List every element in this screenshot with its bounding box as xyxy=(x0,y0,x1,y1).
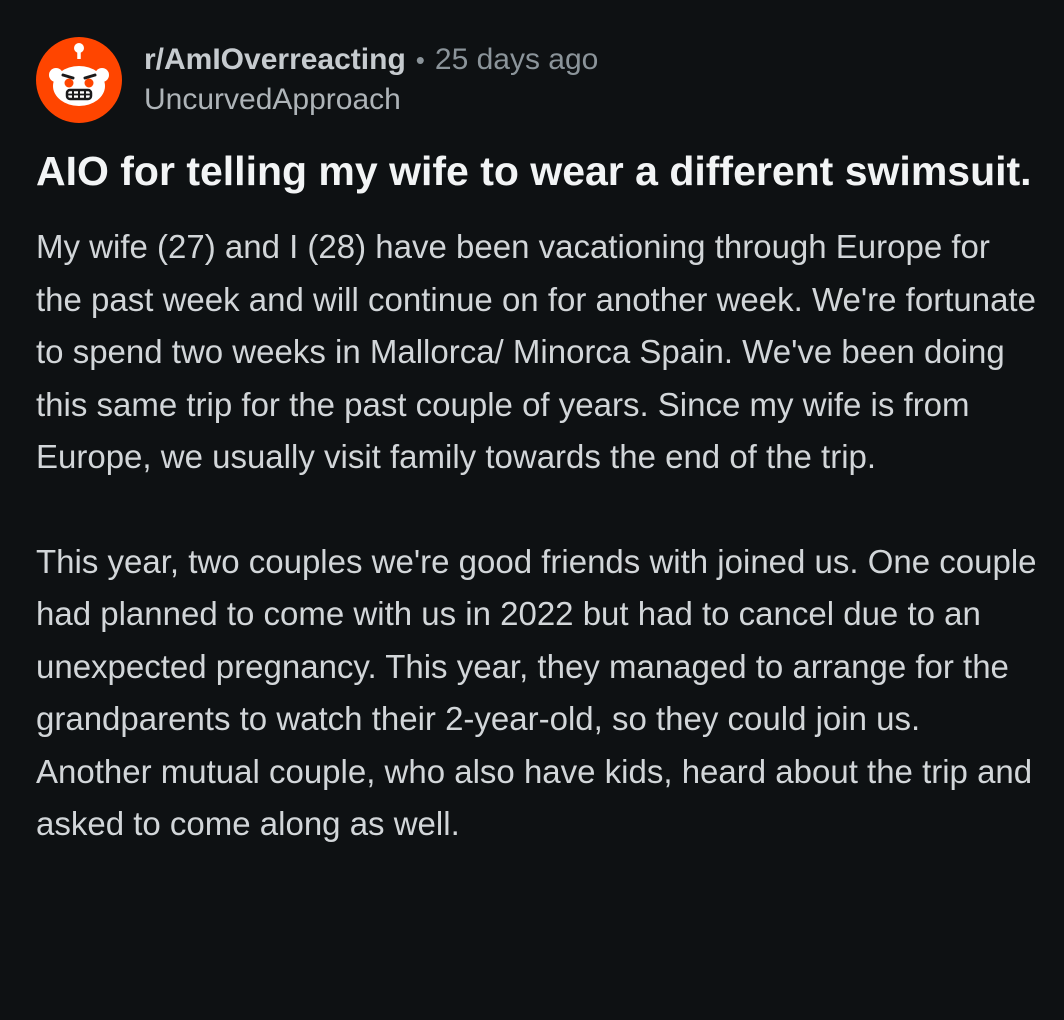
post-card: r/AmIOverreacting • 25 days ago Uncurved… xyxy=(36,36,1040,851)
post-title[interactable]: AIO for telling my wife to wear a differ… xyxy=(36,144,1040,199)
meta-separator: • xyxy=(415,45,425,75)
subreddit-link[interactable]: r/AmIOverreacting xyxy=(144,40,406,80)
post-timestamp: 25 days ago xyxy=(434,43,599,76)
post-paragraph: This year, two couples we're good friend… xyxy=(36,542,1037,843)
post-body: My wife (27) and I (28) have been vacati… xyxy=(36,221,1040,851)
author-link[interactable]: UncurvedApproach xyxy=(144,80,598,120)
snoo-subreddit-icon[interactable] xyxy=(36,37,122,123)
post-meta-top: r/AmIOverreacting • 25 days ago xyxy=(144,40,598,80)
post-header: r/AmIOverreacting • 25 days ago Uncurved… xyxy=(36,36,1040,124)
post-paragraph: My wife (27) and I (28) have been vacati… xyxy=(36,228,1036,475)
post-meta: r/AmIOverreacting • 25 days ago Uncurved… xyxy=(144,40,598,120)
